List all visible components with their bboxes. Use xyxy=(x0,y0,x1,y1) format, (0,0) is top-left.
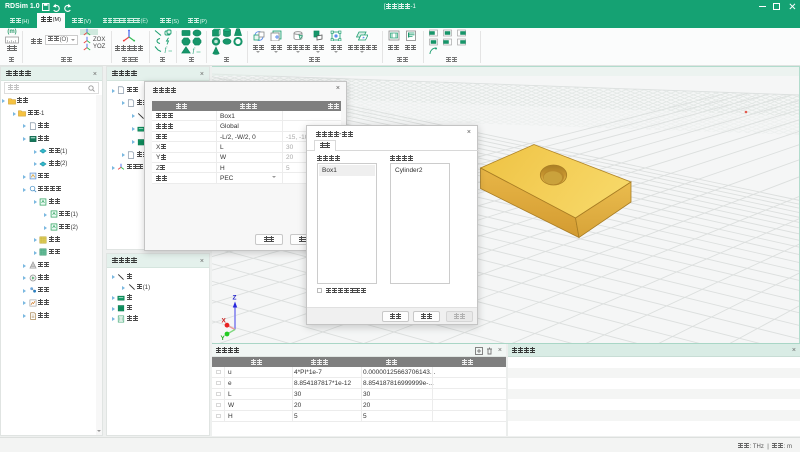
svg-text:Z: Z xyxy=(233,295,237,302)
svg-text:Y: Y xyxy=(221,335,226,340)
svg-text:f: f xyxy=(165,46,168,53)
svg-text:f: f xyxy=(193,47,196,54)
svg-text:X: X xyxy=(222,318,227,325)
